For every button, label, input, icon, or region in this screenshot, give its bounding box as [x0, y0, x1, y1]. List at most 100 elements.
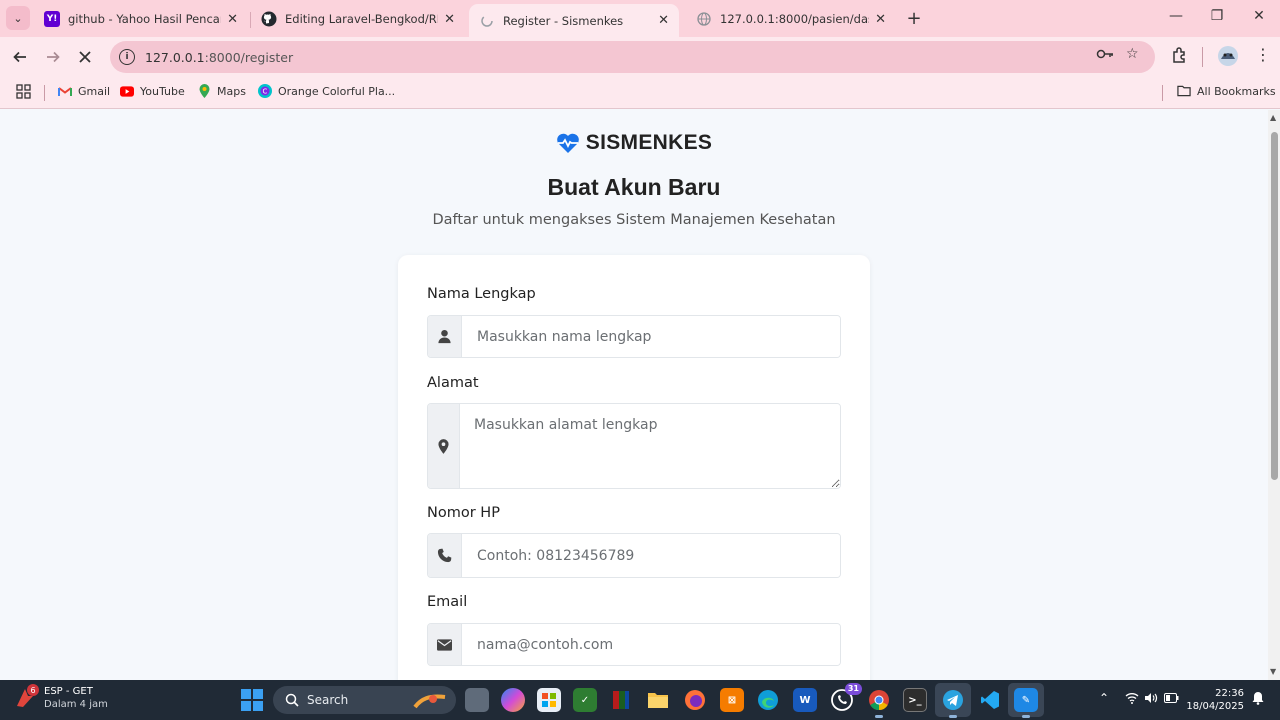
bookmark-youtube[interactable]: YouTube: [120, 84, 185, 98]
search-highlight-icon: [413, 694, 446, 709]
email-input-group: [427, 623, 841, 666]
bookmark-label: Orange Colorful Pla...: [278, 84, 396, 98]
copilot-icon[interactable]: [501, 688, 525, 712]
site-info-icon[interactable]: i: [119, 49, 135, 65]
snipping-tool-icon[interactable]: ✎: [1014, 688, 1038, 718]
vscode-icon[interactable]: [978, 688, 1002, 712]
register-form-card: Nama Lengkap Alamat Nomor HP Email: [398, 255, 870, 680]
microsoft-store-icon[interactable]: [537, 688, 561, 712]
tab-title: github - Yahoo Hasil Pencarian: [68, 12, 221, 26]
restore-icon[interactable]: ❐: [1207, 8, 1227, 24]
notifications-bell-icon[interactable]: [1252, 691, 1264, 708]
new-tab-button[interactable]: +: [902, 6, 926, 30]
apps-grid-icon[interactable]: [16, 84, 31, 99]
browser-tab-strip: ⌄ Y! github - Yahoo Hasil Pencarian ✕ Ed…: [0, 0, 1280, 37]
url-text[interactable]: 127.0.0.1:8000/register: [145, 50, 293, 65]
scrollbar-thumb[interactable]: [1271, 132, 1278, 480]
folder-icon: [1177, 84, 1191, 98]
name-input-group: [427, 315, 841, 358]
close-window-icon[interactable]: ✕: [1249, 8, 1269, 24]
close-tab-icon[interactable]: ✕: [652, 13, 669, 28]
clock-time: 22:36: [1215, 688, 1244, 699]
firefox-icon[interactable]: [683, 688, 707, 712]
whatsapp-icon[interactable]: 31: [830, 683, 862, 712]
url-path: :8000/register: [204, 49, 294, 65]
tab-register-sismenkes[interactable]: Register - Sismenkes ✕: [469, 4, 679, 37]
chrome-menu-icon[interactable]: ⋮: [1255, 45, 1271, 64]
extensions-puzzle-icon[interactable]: [1171, 46, 1189, 68]
file-explorer-icon[interactable]: [646, 688, 670, 712]
phone-label: Nomor HP: [427, 505, 500, 521]
youtube-icon: [120, 84, 134, 98]
chrome-icon[interactable]: [867, 688, 891, 718]
weather-badge: 6: [27, 684, 39, 696]
volume-icon[interactable]: [1144, 692, 1158, 707]
canva-icon: C: [258, 84, 272, 98]
page-subtitle: Daftar untuk mengakses Sistem Manajemen …: [432, 212, 836, 228]
email-label: Email: [427, 594, 468, 610]
windows-taskbar: 6 ESP - GET Dalam 4 jam Search ✓ ⊠ W 31 …: [0, 680, 1280, 720]
tab-search-menu-button[interactable]: ⌄: [6, 6, 30, 30]
weather-alert-icon: 6: [14, 684, 39, 710]
address-label: Alamat: [427, 375, 479, 391]
bookmark-gmail[interactable]: Gmail: [58, 84, 110, 98]
show-hidden-icons-chevron-icon[interactable]: ⌃: [1099, 691, 1109, 705]
page-title: Buat Akun Baru: [547, 174, 721, 200]
system-clock[interactable]: 22:36 18/04/2025: [1184, 687, 1244, 713]
scroll-up-arrow-icon[interactable]: ▲: [1270, 113, 1276, 122]
page-scrollbar[interactable]: ▲ ▼: [1268, 110, 1280, 680]
bookmarks-divider: [1162, 85, 1163, 101]
tab-pasien-dashboard[interactable]: 127.0.0.1:8000/pasien/dashboa ✕: [686, 4, 896, 34]
taskbar-search[interactable]: Search: [273, 686, 456, 714]
bookmark-label: YouTube: [140, 84, 185, 98]
password-key-icon[interactable]: [1096, 48, 1114, 64]
whatsapp-badge: 31: [844, 683, 862, 695]
address-textarea[interactable]: [460, 404, 840, 488]
name-input[interactable]: [462, 316, 840, 357]
phone-input[interactable]: [462, 534, 840, 577]
toolbar-divider: [1202, 47, 1203, 67]
bookmarks-divider: [44, 85, 45, 101]
weather-widget[interactable]: 6 ESP - GET Dalam 4 jam: [14, 684, 108, 711]
yahoo-favicon-icon: Y!: [44, 11, 60, 27]
forward-arrow-icon[interactable]: [41, 45, 65, 69]
sheets-icon[interactable]: ✓: [573, 688, 597, 712]
minimize-icon[interactable]: —: [1166, 8, 1186, 24]
close-tab-icon[interactable]: ✕: [221, 12, 238, 27]
scroll-down-arrow-icon[interactable]: ▼: [1270, 667, 1276, 676]
bookmark-maps[interactable]: Maps: [197, 84, 246, 98]
tab-github-editing[interactable]: Editing Laravel-Bengkod/READI ✕: [251, 4, 465, 34]
all-bookmarks-label: All Bookmarks: [1197, 84, 1276, 98]
map-marker-icon: [428, 404, 460, 488]
windows-start-icon[interactable]: [241, 689, 263, 711]
tab-title: 127.0.0.1:8000/pasien/dashboa: [720, 12, 869, 26]
word-icon[interactable]: W: [793, 688, 817, 712]
address-bar[interactable]: i 127.0.0.1:8000/register ☆: [110, 41, 1155, 73]
tab-yahoo-search[interactable]: Y! github - Yahoo Hasil Pencarian ✕: [34, 4, 248, 34]
url-host: 127.0.0.1: [145, 49, 205, 65]
terminal-icon[interactable]: >_: [903, 688, 927, 712]
bookmark-orange-colorful[interactable]: C Orange Colorful Pla...: [258, 84, 395, 98]
xampp-icon[interactable]: ⊠: [720, 688, 744, 712]
stop-loading-icon[interactable]: [73, 45, 97, 69]
browser-toolbar: i 127.0.0.1:8000/register ☆ ⋮: [0, 37, 1280, 77]
tab-title: Editing Laravel-Bengkod/READI: [285, 12, 438, 26]
profile-avatar[interactable]: [1217, 45, 1239, 71]
task-view-icon[interactable]: [465, 688, 489, 712]
github-favicon-icon: [261, 11, 277, 27]
all-bookmarks-button[interactable]: All Bookmarks: [1177, 84, 1276, 98]
close-tab-icon[interactable]: ✕: [869, 12, 886, 27]
bookmark-star-icon[interactable]: ☆: [1126, 46, 1139, 62]
tab-title: Register - Sismenkes: [503, 13, 624, 28]
edge-icon[interactable]: [756, 688, 780, 712]
battery-icon[interactable]: [1164, 692, 1179, 706]
maps-icon: [197, 84, 211, 98]
back-arrow-icon[interactable]: [8, 45, 32, 69]
close-tab-icon[interactable]: ✕: [438, 12, 455, 27]
clock-date: 18/04/2025: [1186, 701, 1244, 712]
winrar-icon[interactable]: [609, 688, 633, 712]
email-input[interactable]: [462, 624, 840, 665]
wifi-icon[interactable]: [1125, 692, 1139, 707]
weather-title: ESP - GET: [44, 686, 93, 697]
telegram-icon[interactable]: [941, 688, 965, 718]
